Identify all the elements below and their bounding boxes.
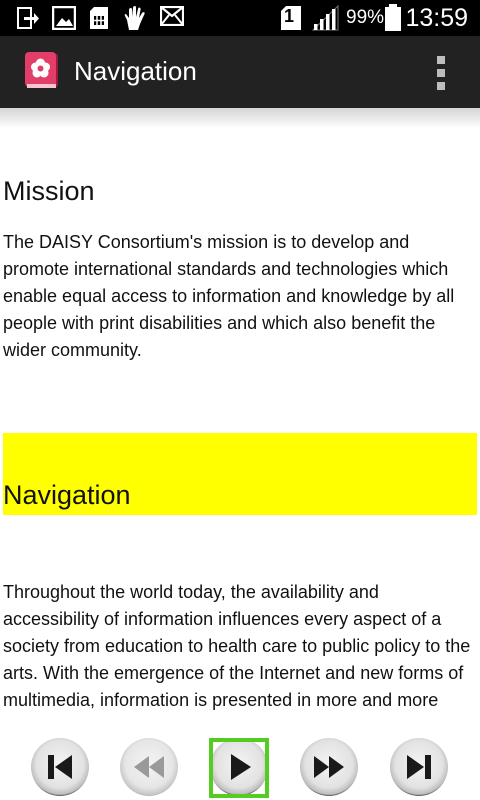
section-heading-navigation: Navigation	[3, 480, 131, 510]
fast-forward-icon	[314, 756, 344, 778]
status-bar: 1 99% 13:59	[0, 0, 480, 36]
skip-previous-button[interactable]	[31, 738, 89, 796]
sim-card-icon	[90, 7, 108, 29]
skip-next-icon	[407, 755, 431, 779]
app-bar: Navigation	[0, 36, 480, 108]
hand-icon	[124, 6, 145, 30]
page-title: Navigation	[74, 56, 197, 86]
skip-next-button[interactable]	[390, 738, 448, 796]
mail-icon	[160, 6, 184, 26]
battery-percent: 99%	[346, 7, 385, 28]
clock: 13:59	[405, 4, 468, 32]
image-icon	[52, 6, 76, 30]
more-vert-icon[interactable]	[436, 56, 446, 90]
signal-icon	[311, 5, 339, 31]
rewind-icon	[134, 756, 164, 778]
book-content[interactable]: Mission The DAISY Consortium's mission i…	[0, 128, 480, 720]
section-heading-mission: Mission	[3, 176, 95, 206]
rewind-button[interactable]	[120, 738, 178, 796]
app-bar-shadow	[0, 108, 480, 128]
section-text-mission: The DAISY Consortium's mission is to dev…	[3, 232, 455, 360]
daisy-flower-book-icon[interactable]	[24, 52, 60, 90]
download-icon	[17, 7, 39, 29]
fast-forward-button[interactable]	[300, 738, 358, 796]
section-text-navigation: Throughout the world today, the availabi…	[3, 582, 471, 710]
battery-icon	[385, 4, 401, 31]
sim-slot-label: 1	[284, 6, 295, 26]
skip-previous-icon	[48, 755, 72, 779]
focus-indicator	[209, 738, 269, 798]
